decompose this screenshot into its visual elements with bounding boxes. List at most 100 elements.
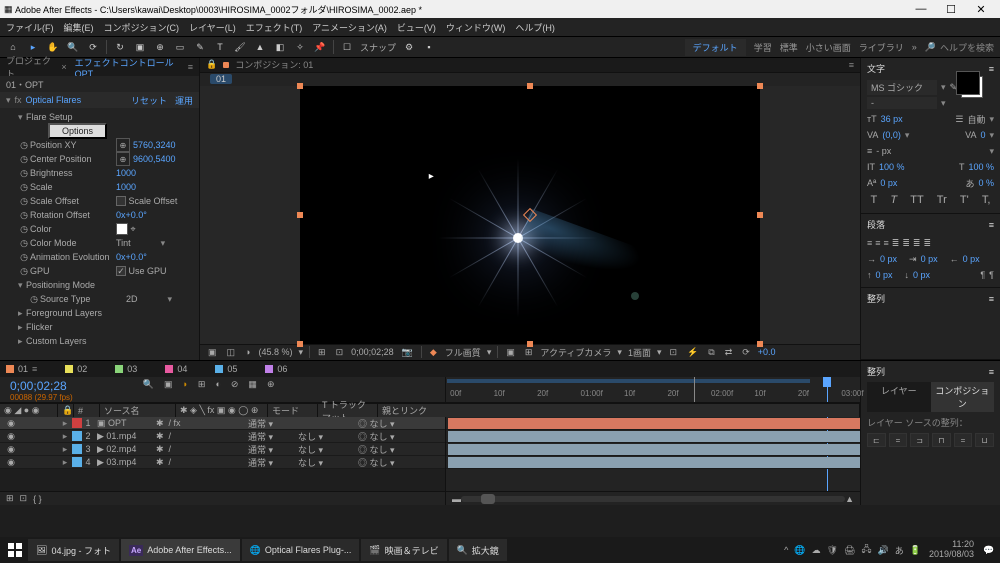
effect-about[interactable]: 運用 (175, 94, 193, 107)
shape-tool-icon[interactable]: ▭ (173, 40, 187, 54)
taskbar-item[interactable]: AeAdobe After Effects... (121, 539, 240, 561)
prop-center-value[interactable]: 9600,5400 (133, 154, 176, 164)
resolution-dropdown[interactable]: フル画質 (445, 346, 481, 359)
tray-volume-icon[interactable]: 🔊 (878, 545, 889, 556)
search-icon[interactable]: 🔍 (143, 379, 154, 390)
stopwatch-icon[interactable]: ◷ (18, 154, 30, 165)
prop-scale-value[interactable]: 1000 (116, 182, 136, 192)
zoom-out-icon[interactable]: ▬ (452, 494, 461, 504)
help-search[interactable]: 🔎 ヘルプを検索 (925, 41, 994, 54)
fill-stroke-swatch[interactable] (961, 76, 983, 98)
align-center-icon[interactable]: ≡ (875, 238, 880, 248)
character-panel-tab[interactable]: 文字 (867, 62, 885, 75)
time-ruler[interactable]: 00f10f20f01:00f10f20f02:00f10f20f03:00f (446, 377, 860, 402)
menu-help[interactable]: ヘルプ(H) (515, 21, 555, 34)
transparency-grid-icon[interactable]: ◫ (225, 347, 238, 358)
zoom-thumb[interactable] (481, 494, 495, 504)
layer-duration-bar[interactable] (448, 457, 860, 468)
stopwatch-icon[interactable]: ◷ (18, 238, 30, 249)
layer-row[interactable]: ◉ ▸ 3 ▶ 02.mp4 ✱ / 通常 ▾ なし ▾ ◎ なし ▾ (0, 443, 445, 456)
fast-preview-icon[interactable]: ⚡ (685, 347, 700, 358)
layer-duration-bar[interactable] (448, 431, 860, 442)
prop-position-xy-value[interactable]: 5760,3240 (133, 140, 176, 150)
selection-tool-icon[interactable]: ▸ (26, 40, 40, 54)
always-preview-icon[interactable]: ▣ (206, 347, 219, 358)
blend-mode-dropdown[interactable]: 通常 ▾ (248, 456, 298, 469)
layer-switches[interactable]: ✱ / (156, 431, 248, 442)
blend-mode-dropdown[interactable]: 通常 ▾ (248, 430, 298, 443)
puppet-tool-icon[interactable]: 📌 (313, 40, 327, 54)
layer-row[interactable]: ◉ ▸ 4 ▶ 03.mp4 ✱ / 通常 ▾ なし ▾ ◎ なし ▾ (0, 456, 445, 469)
marker-line[interactable] (694, 377, 695, 402)
layer-color-chip[interactable] (72, 457, 82, 467)
layer-row[interactable]: ◉ ▸ 1 ▣ OPT ✱ / fx 通常 ▾ ◎ なし ▾ (0, 417, 445, 430)
timecode-display[interactable]: 0;00;02;28 (351, 347, 394, 357)
tray-browser-icon[interactable]: 🌐 (794, 545, 805, 556)
timeline-tab[interactable]: 02 (65, 364, 87, 374)
brush-tool-icon[interactable]: 🖌 (233, 40, 247, 54)
menu-file[interactable]: ファイル(F) (6, 21, 54, 34)
resolution-icon[interactable]: ⊞ (316, 347, 328, 358)
flare-options-button[interactable]: Options (48, 123, 107, 139)
stopwatch-icon[interactable]: ◷ (18, 196, 30, 207)
workspace-default[interactable]: デフォルト (685, 39, 746, 56)
panel-menu-icon[interactable]: ≡ (989, 294, 994, 304)
graph-editor-icon[interactable]: ▦ (248, 379, 257, 390)
pen-tool-icon[interactable]: ✎ (193, 40, 207, 54)
smallcaps-button[interactable]: Tr (937, 194, 947, 206)
layer-switches[interactable]: ✱ / (156, 457, 248, 468)
grid-icon[interactable]: ⊞ (523, 347, 535, 358)
parent-dropdown[interactable]: ◎ なし ▾ (358, 456, 445, 469)
track-row[interactable] (446, 456, 860, 469)
zoom-in-icon[interactable]: ▲ (845, 494, 854, 504)
minimize-button[interactable]: — (906, 3, 936, 15)
layer-switches[interactable]: ✱ / (156, 444, 248, 455)
layer-color-chip[interactable] (72, 418, 82, 428)
ltr-icon[interactable]: ¶ (989, 270, 994, 280)
prop-rotation-value[interactable]: 0x+0.0° (116, 210, 147, 220)
timeline-tab[interactable]: 06 (265, 364, 287, 374)
layer-switches[interactable]: ✱ / fx (156, 418, 248, 429)
panel-menu-icon[interactable]: ≡ (188, 62, 193, 72)
layer-row[interactable]: ◉ ▸ 2 ▶ 01.mp4 ✱ / 通常 ▾ なし ▾ ◎ なし ▾ (0, 430, 445, 443)
twirl-arrow[interactable]: ▸ (58, 444, 72, 455)
transform-handle[interactable] (297, 341, 303, 347)
source-type-dropdown[interactable]: 2D (126, 294, 138, 304)
notification-icon[interactable]: 💬 (982, 545, 996, 556)
flowchart-icon[interactable]: ⇄ (723, 347, 735, 358)
color-swatch[interactable] (116, 223, 128, 235)
track-row[interactable] (446, 430, 860, 443)
guides-icon[interactable]: ⊡ (334, 347, 346, 358)
parent-dropdown[interactable]: ◎ なし ▾ (358, 417, 445, 430)
transform-handle[interactable] (297, 83, 303, 89)
group-foreground[interactable]: Foreground Layers (26, 308, 102, 318)
col-parent[interactable]: 親とリンク (378, 404, 860, 417)
parent-dropdown[interactable]: ◎ なし ▾ (358, 443, 445, 456)
color-mode-dropdown[interactable]: Tint (116, 238, 131, 248)
workspace-learn[interactable]: 学習 (754, 41, 772, 54)
timeline-tab[interactable]: 05 (215, 364, 237, 374)
clone-tool-icon[interactable]: ▲ (253, 40, 267, 54)
timeline-tab[interactable]: 01 ≡ (6, 364, 37, 374)
transform-handle[interactable] (527, 83, 533, 89)
motionblur-icon[interactable]: ⊘ (231, 379, 239, 390)
maximize-button[interactable]: ☐ (936, 3, 966, 16)
align-right-icon[interactable]: ≡ (884, 238, 889, 248)
fill-swatch[interactable]: ▪ (422, 40, 436, 54)
layer-duration-bar[interactable] (448, 418, 860, 429)
breadcrumb-chip[interactable]: 01 (210, 74, 232, 84)
channel-icon[interactable]: ◆ (428, 347, 439, 358)
snapshot-icon[interactable]: 📷 (400, 347, 415, 358)
align-bottom-icon[interactable]: ⊔ (975, 433, 994, 447)
leading-value[interactable]: 自動 (967, 113, 985, 126)
snap-checkbox[interactable]: ☐ (340, 40, 354, 54)
home-icon[interactable]: ⌂ (6, 40, 20, 54)
timeline-tab[interactable]: 03 (115, 364, 137, 374)
visibility-toggle[interactable]: ◉ (0, 457, 22, 468)
stopwatch-icon[interactable]: ◷ (18, 182, 30, 193)
shy-icon[interactable]: ◗ (182, 379, 187, 389)
font-family-dropdown[interactable]: MS ゴシック (867, 80, 937, 95)
allcaps-button[interactable]: TT (910, 194, 923, 206)
align-top-icon[interactable]: ⊓ (932, 433, 951, 447)
draft3d-icon[interactable]: ⊞ (198, 379, 206, 390)
